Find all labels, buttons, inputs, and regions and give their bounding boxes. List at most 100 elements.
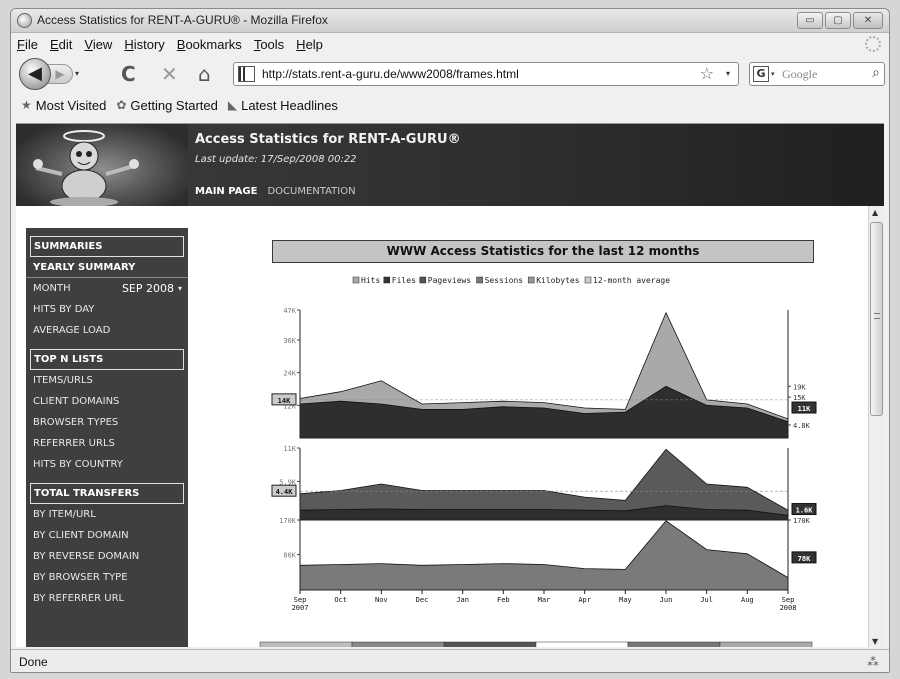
x-tick-label-year: 2007	[292, 604, 309, 612]
menu-file[interactable]: File	[17, 37, 38, 52]
average-label-right: 1.6K	[796, 507, 814, 515]
status-bar: Done ⁂	[11, 649, 889, 672]
y-tick-label: 170K	[279, 517, 297, 525]
x-tick-label: Jun	[660, 596, 673, 604]
scroll-down-icon[interactable]: ▼	[872, 637, 878, 646]
history-dropdown-icon[interactable]: ▾	[75, 69, 79, 78]
average-label: 4.4K	[276, 488, 294, 496]
search-engine-icon[interactable]: G	[753, 66, 769, 82]
menu-view[interactable]: View	[84, 37, 112, 52]
getting-started-icon: ✿	[116, 98, 127, 112]
next-chart-strip	[351, 641, 445, 647]
sidebar: SUMMARIES YEARLY SUMMARY MONTH SEP 2008 …	[26, 228, 188, 647]
sidebar-item-items-urls[interactable]: ITEMS/URLS	[26, 370, 188, 391]
sidebar-item-average-load[interactable]: AVERAGE LOAD	[26, 320, 188, 341]
y-tick-label-right: 170K	[793, 517, 811, 525]
page-viewport: Access Statistics for RENT-A-GURU® Last …	[16, 123, 884, 647]
search-engine-dropdown-icon[interactable]: ▾	[771, 70, 775, 78]
search-placeholder[interactable]: Google	[782, 67, 817, 82]
close-button[interactable]: ✕	[853, 12, 883, 29]
bookmark-label: Most Visited	[35, 97, 107, 113]
y-tick-label: 47K	[283, 307, 296, 315]
legend-swatch	[419, 276, 427, 284]
next-chart-strip	[719, 641, 813, 647]
guru-logo	[16, 124, 188, 206]
next-chart-strip	[535, 641, 629, 647]
nav-main-page[interactable]: MAIN PAGE	[195, 186, 257, 197]
sidebar-item-by-browser-type[interactable]: BY BROWSER TYPE	[26, 567, 188, 588]
x-tick-label: Jan	[456, 596, 469, 604]
menu-bar: File Edit View History Bookmarks Tools H…	[11, 33, 889, 55]
firefox-icon	[17, 13, 32, 28]
sidebar-item-client-domains[interactable]: CLIENT DOMAINS	[26, 391, 188, 412]
sidebar-item-month[interactable]: MONTH SEP 2008 ▾	[26, 278, 188, 299]
y-tick-label: 86K	[283, 552, 296, 560]
scroll-thumb[interactable]	[870, 222, 883, 416]
address-bar[interactable]: http://stats.rent-a-guru.de/www2008/fram…	[233, 62, 739, 86]
url-dropdown-icon[interactable]: ▾	[726, 69, 730, 78]
x-tick-label: Mar	[538, 596, 551, 604]
month-select-value[interactable]: SEP 2008	[122, 278, 174, 299]
menu-help[interactable]: Help	[296, 37, 323, 52]
activity-throbber-icon	[865, 36, 881, 52]
sidebar-item-browser-types[interactable]: BROWSER TYPES	[26, 412, 188, 433]
bookmark-star-icon[interactable]: ☆	[700, 64, 714, 83]
vertical-scrollbar[interactable]: ▲ ▼	[868, 206, 884, 647]
title-bar: Access Statistics for RENT-A-GURU® - Moz…	[11, 9, 889, 33]
x-tick-label: Nov	[375, 596, 388, 604]
x-tick-label: Feb	[497, 596, 510, 604]
guru-logo-image	[33, 130, 139, 206]
bookmark-most-visited[interactable]: ★ Most Visited	[21, 98, 106, 113]
x-tick-label: May	[619, 596, 632, 604]
menu-edit[interactable]: Edit	[50, 37, 72, 52]
site-title: Access Statistics for RENT-A-GURU®	[195, 132, 461, 147]
sidebar-item-hits-by-day[interactable]: HITS BY DAY	[26, 299, 188, 320]
x-tick-label: Jul	[700, 596, 713, 604]
url-text[interactable]: http://stats.rent-a-guru.de/www2008/fram…	[262, 67, 519, 81]
menu-history[interactable]: History	[124, 37, 164, 52]
sidebar-item-by-item-url[interactable]: BY ITEM/URL	[26, 504, 188, 525]
sidebar-item-by-referrer-url[interactable]: BY REFERRER URL	[26, 588, 188, 609]
nav-documentation[interactable]: DOCUMENTATION	[267, 186, 355, 197]
x-tick-label: Sep	[294, 596, 307, 604]
y-tick-label: 11K	[283, 445, 296, 453]
x-tick-label: Apr	[578, 596, 591, 604]
sidebar-item-yearly-summary[interactable]: YEARLY SUMMARY	[26, 257, 188, 278]
month-dropdown-icon[interactable]: ▾	[178, 278, 182, 299]
next-chart-strip	[259, 641, 353, 647]
back-button[interactable]: ◀	[19, 58, 51, 90]
sidebar-item-referrer-urls[interactable]: REFERRER URLS	[26, 433, 188, 454]
menu-bookmarks[interactable]: Bookmarks	[177, 37, 242, 52]
status-text: Done	[19, 655, 48, 669]
browser-window: Access Statistics for RENT-A-GURU® - Moz…	[10, 8, 890, 673]
bookmark-latest-headlines[interactable]: ◣ Latest Headlines	[228, 98, 338, 113]
search-icon[interactable]: ⌕	[872, 65, 880, 81]
stop-icon[interactable]: ✕	[161, 63, 178, 85]
scroll-grip-icon	[874, 313, 880, 319]
next-chart-strip	[443, 641, 537, 647]
sidebar-item-by-reverse-domain[interactable]: BY REVERSE DOMAIN	[26, 546, 188, 567]
legend-swatch	[476, 276, 483, 284]
site-favicon-icon	[238, 66, 255, 82]
section-summaries: SUMMARIES	[30, 236, 184, 257]
rss-feed-icon: ◣	[227, 98, 238, 112]
legend-swatch	[352, 276, 360, 284]
reload-icon[interactable]: C	[121, 63, 136, 85]
bookmark-getting-started[interactable]: ✿ Getting Started	[116, 98, 218, 113]
scroll-up-icon[interactable]: ▲	[872, 208, 878, 217]
x-tick-label-year: 2008	[780, 604, 797, 612]
average-label-right: 78K	[798, 555, 811, 563]
y-tick-label: 24K	[283, 370, 296, 378]
legend-label: Sessions	[485, 276, 524, 285]
home-icon[interactable]: ⌂	[198, 63, 211, 85]
maximize-button[interactable]: ▢	[825, 12, 851, 29]
menu-tools[interactable]: Tools	[254, 37, 284, 52]
sidebar-item-by-client-domain[interactable]: BY CLIENT DOMAIN	[26, 525, 188, 546]
minimize-button[interactable]: ▭	[797, 12, 823, 29]
x-tick-label: Aug	[741, 596, 754, 604]
window-controls: ▭ ▢ ✕	[797, 12, 883, 29]
bookmarks-toolbar: ★ Most Visited ✿ Getting Started ◣ Lates…	[11, 95, 889, 115]
search-box[interactable]: G ▾ Google ⌕	[749, 62, 885, 86]
sidebar-item-hits-by-country[interactable]: HITS BY COUNTRY	[26, 454, 188, 475]
resize-grip-icon[interactable]: ⁂	[867, 655, 879, 669]
